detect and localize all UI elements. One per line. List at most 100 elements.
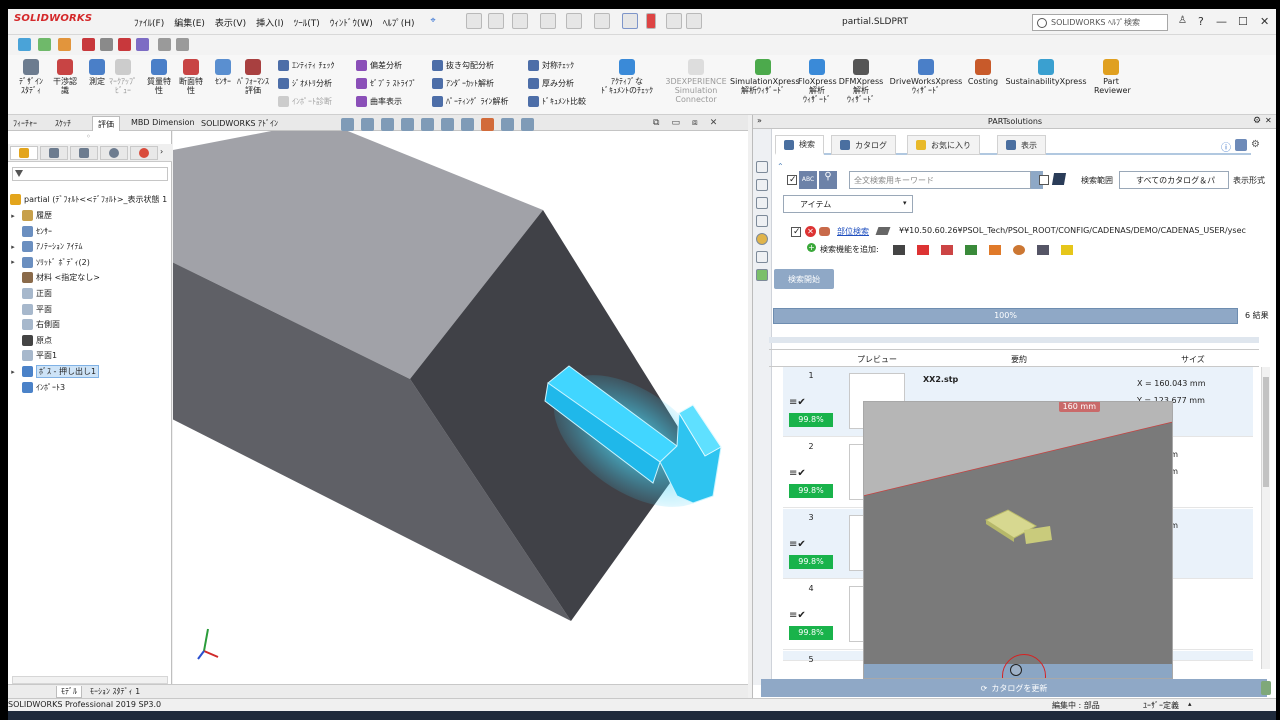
sketch-search-icon[interactable] bbox=[941, 245, 953, 255]
addin-button-1[interactable]: 3DEXPERIENCE Simulation Connector bbox=[664, 59, 728, 104]
col-summary[interactable]: 要約 bbox=[1011, 354, 1027, 365]
small_col3-item-0[interactable]: 抜き勾配分析 bbox=[432, 60, 494, 71]
previous-view-icon[interactable] bbox=[381, 118, 394, 131]
markup-button[interactable]: ﾏｰｸｱｯﾌﾟ ﾋﾞｭｰ bbox=[106, 59, 140, 95]
addin-button-6[interactable]: Costing bbox=[966, 59, 1000, 86]
cube-icon[interactable] bbox=[1051, 173, 1067, 185]
performance-button[interactable]: ﾊﾟﾌｫｰﾏﾝｽ 評価 bbox=[236, 59, 270, 95]
help-icon[interactable]: ? bbox=[1198, 15, 1204, 28]
checked-icon[interactable]: ≡✔ bbox=[789, 539, 806, 550]
shape-search-icon[interactable] bbox=[989, 245, 1001, 255]
help-search-input[interactable]: SOLIDWORKS ﾍﾙﾌﾟ検索 bbox=[1032, 14, 1168, 31]
status-units-chevron-icon[interactable]: ▴ bbox=[1188, 700, 1192, 708]
small_col2-item-0[interactable]: 偏差分析 bbox=[356, 60, 402, 71]
menu-item-3[interactable]: 挿入(I) bbox=[256, 16, 284, 29]
small_col3-item-1[interactable]: ｱﾝﾀﾞｰｶｯﾄ解析 bbox=[432, 78, 494, 89]
folder-icon[interactable] bbox=[756, 197, 768, 209]
tree-item[interactable]: ｲﾝﾎﾟｰﾄ3 bbox=[8, 380, 65, 395]
filter-icon[interactable] bbox=[1061, 245, 1073, 255]
toolbar-icon-9[interactable] bbox=[176, 38, 189, 51]
region-search-link[interactable]: 部位検索 bbox=[837, 226, 869, 237]
addin-button-2[interactable]: SimulationXpress 解析ｳｨｻﾞｰﾄﾞ bbox=[730, 59, 800, 95]
col-size[interactable]: サイズ bbox=[1181, 354, 1205, 365]
menu-item-4[interactable]: ﾂｰﾙ(T) bbox=[294, 16, 320, 29]
small_col1-item-2[interactable]: ｲﾝﾎﾟｰﾄ診断 bbox=[278, 96, 332, 107]
tree-item[interactable]: 平面 bbox=[8, 302, 52, 317]
rebuild-icon[interactable] bbox=[646, 13, 656, 29]
print-icon[interactable] bbox=[566, 13, 582, 29]
minimize-button[interactable]: — bbox=[1216, 15, 1227, 28]
search-icon[interactable]: ⚲ bbox=[819, 171, 837, 189]
panel-tab-2[interactable]: お気に入り bbox=[907, 135, 980, 155]
catalog-icon[interactable] bbox=[756, 215, 768, 227]
toolbar-icon-7[interactable] bbox=[136, 38, 149, 51]
tree-item[interactable]: ▸ ｱﾉﾃｰｼｮﾝ ｱｲﾃﾑ bbox=[8, 239, 83, 254]
appearance-icon[interactable] bbox=[481, 118, 494, 131]
scene-icon[interactable] bbox=[501, 118, 514, 131]
toolbar-icon-6[interactable] bbox=[118, 38, 131, 51]
menu-item-0[interactable]: ﾌｧｲﾙ(F) bbox=[134, 16, 164, 29]
expand-arrow-icon[interactable]: ▸ bbox=[8, 258, 18, 266]
tree-scrollbar[interactable] bbox=[12, 676, 168, 684]
section-view-icon[interactable] bbox=[401, 118, 414, 131]
graphics-area[interactable] bbox=[173, 131, 748, 684]
tree-item[interactable]: 材料 <指定なし> bbox=[8, 270, 100, 285]
addin-button-4[interactable]: DFMXpress 解析 ｳｨｻﾞｰﾄﾞ bbox=[836, 59, 886, 104]
viewport-minimize-icon[interactable]: ▭ bbox=[671, 118, 680, 128]
viewport-restore-icon[interactable]: ⧉ bbox=[653, 118, 659, 128]
options-icon[interactable] bbox=[686, 13, 702, 29]
tab-3[interactable]: MBD Dimension bbox=[126, 116, 200, 131]
col-preview[interactable]: プレビュー bbox=[857, 354, 897, 365]
hide-show-icon[interactable] bbox=[461, 118, 474, 131]
zoom-fit-icon[interactable] bbox=[341, 118, 354, 131]
start-search-button[interactable]: 検索開始 bbox=[774, 269, 834, 289]
user-icon[interactable]: ♙ bbox=[1178, 15, 1187, 26]
file-properties-icon[interactable] bbox=[666, 13, 682, 29]
small_col2-item-2[interactable]: 曲率表示 bbox=[356, 96, 402, 107]
text-search-icon[interactable] bbox=[893, 245, 905, 255]
addin-button-3[interactable]: FloXpress 解析 ｳｨｻﾞｰﾄﾞ bbox=[798, 59, 837, 104]
export-icon[interactable] bbox=[1261, 681, 1271, 695]
save-icon[interactable] bbox=[540, 13, 556, 29]
fulltext-search-input[interactable]: 全文検索用キーワード bbox=[849, 171, 1031, 189]
sensor-button[interactable]: ｾﾝｻｰ bbox=[206, 59, 240, 86]
feature-manager-tab[interactable] bbox=[10, 146, 38, 160]
add-function-icon[interactable]: + bbox=[807, 243, 816, 252]
close-button[interactable]: ✕ bbox=[1260, 15, 1269, 28]
collapse-chevron-icon[interactable]: ⌃ bbox=[777, 162, 784, 171]
tab-4[interactable]: SOLIDWORKS ｱﾄﾞｲﾝ bbox=[196, 116, 283, 131]
topology-search-icon[interactable] bbox=[1037, 245, 1049, 255]
info-icon[interactable]: ⓘ bbox=[1221, 139, 1231, 154]
color-search-icon[interactable] bbox=[1013, 245, 1025, 255]
menu-item-1[interactable]: 編集(E) bbox=[174, 16, 205, 29]
tree-item[interactable]: 平面1 bbox=[8, 348, 57, 363]
viewport-close-icon[interactable]: ✕ bbox=[710, 118, 718, 128]
panel-close-icon[interactable]: ✕ bbox=[1265, 116, 1272, 125]
pdf-icon[interactable] bbox=[756, 269, 768, 281]
addin-button-8[interactable]: Part Reviewer bbox=[1094, 59, 1131, 95]
document-icon[interactable] bbox=[756, 179, 768, 191]
geometry-search-icon[interactable] bbox=[917, 245, 929, 255]
results-scroll-thumb[interactable] bbox=[1263, 377, 1269, 487]
view-settings-icon[interactable] bbox=[521, 118, 534, 131]
toolbar-icon-1[interactable] bbox=[18, 38, 31, 51]
home-icon[interactable] bbox=[466, 13, 482, 29]
pencil-icon[interactable] bbox=[875, 227, 891, 235]
checked-icon[interactable]: ≡✔ bbox=[789, 397, 806, 408]
small_col1-item-0[interactable]: ｴﾝﾃｨﾃｨ ﾁｪｯｸ bbox=[278, 60, 335, 71]
section-properties-button[interactable]: 断面特 性 bbox=[174, 59, 208, 95]
expand-arrow-icon[interactable]: ▸ bbox=[8, 368, 18, 376]
panel-tab-0[interactable]: 検索 bbox=[775, 135, 824, 155]
3d-search-icon[interactable] bbox=[965, 245, 977, 255]
scope-select[interactable]: すべてのカタログ＆パ bbox=[1119, 171, 1229, 189]
menu-item-5[interactable]: ｳｨﾝﾄﾞｳ(W) bbox=[330, 16, 373, 29]
option-checkbox[interactable] bbox=[1039, 175, 1049, 188]
view-orientation-icon[interactable] bbox=[421, 118, 434, 131]
status-units[interactable]: ﾕｰｻﾞｰ定義 bbox=[1143, 700, 1179, 711]
toolbar-icon-3[interactable] bbox=[58, 38, 71, 51]
addin-button-7[interactable]: SustainabilityXpress bbox=[1002, 59, 1090, 86]
tab-0[interactable]: ﾌｨｰﾁｬｰ bbox=[8, 116, 42, 131]
tree-item[interactable]: 正面 bbox=[8, 286, 52, 301]
mass-properties-button[interactable]: 質量特 性 bbox=[142, 59, 176, 95]
panel-tab-3[interactable]: 表示 bbox=[997, 135, 1046, 155]
